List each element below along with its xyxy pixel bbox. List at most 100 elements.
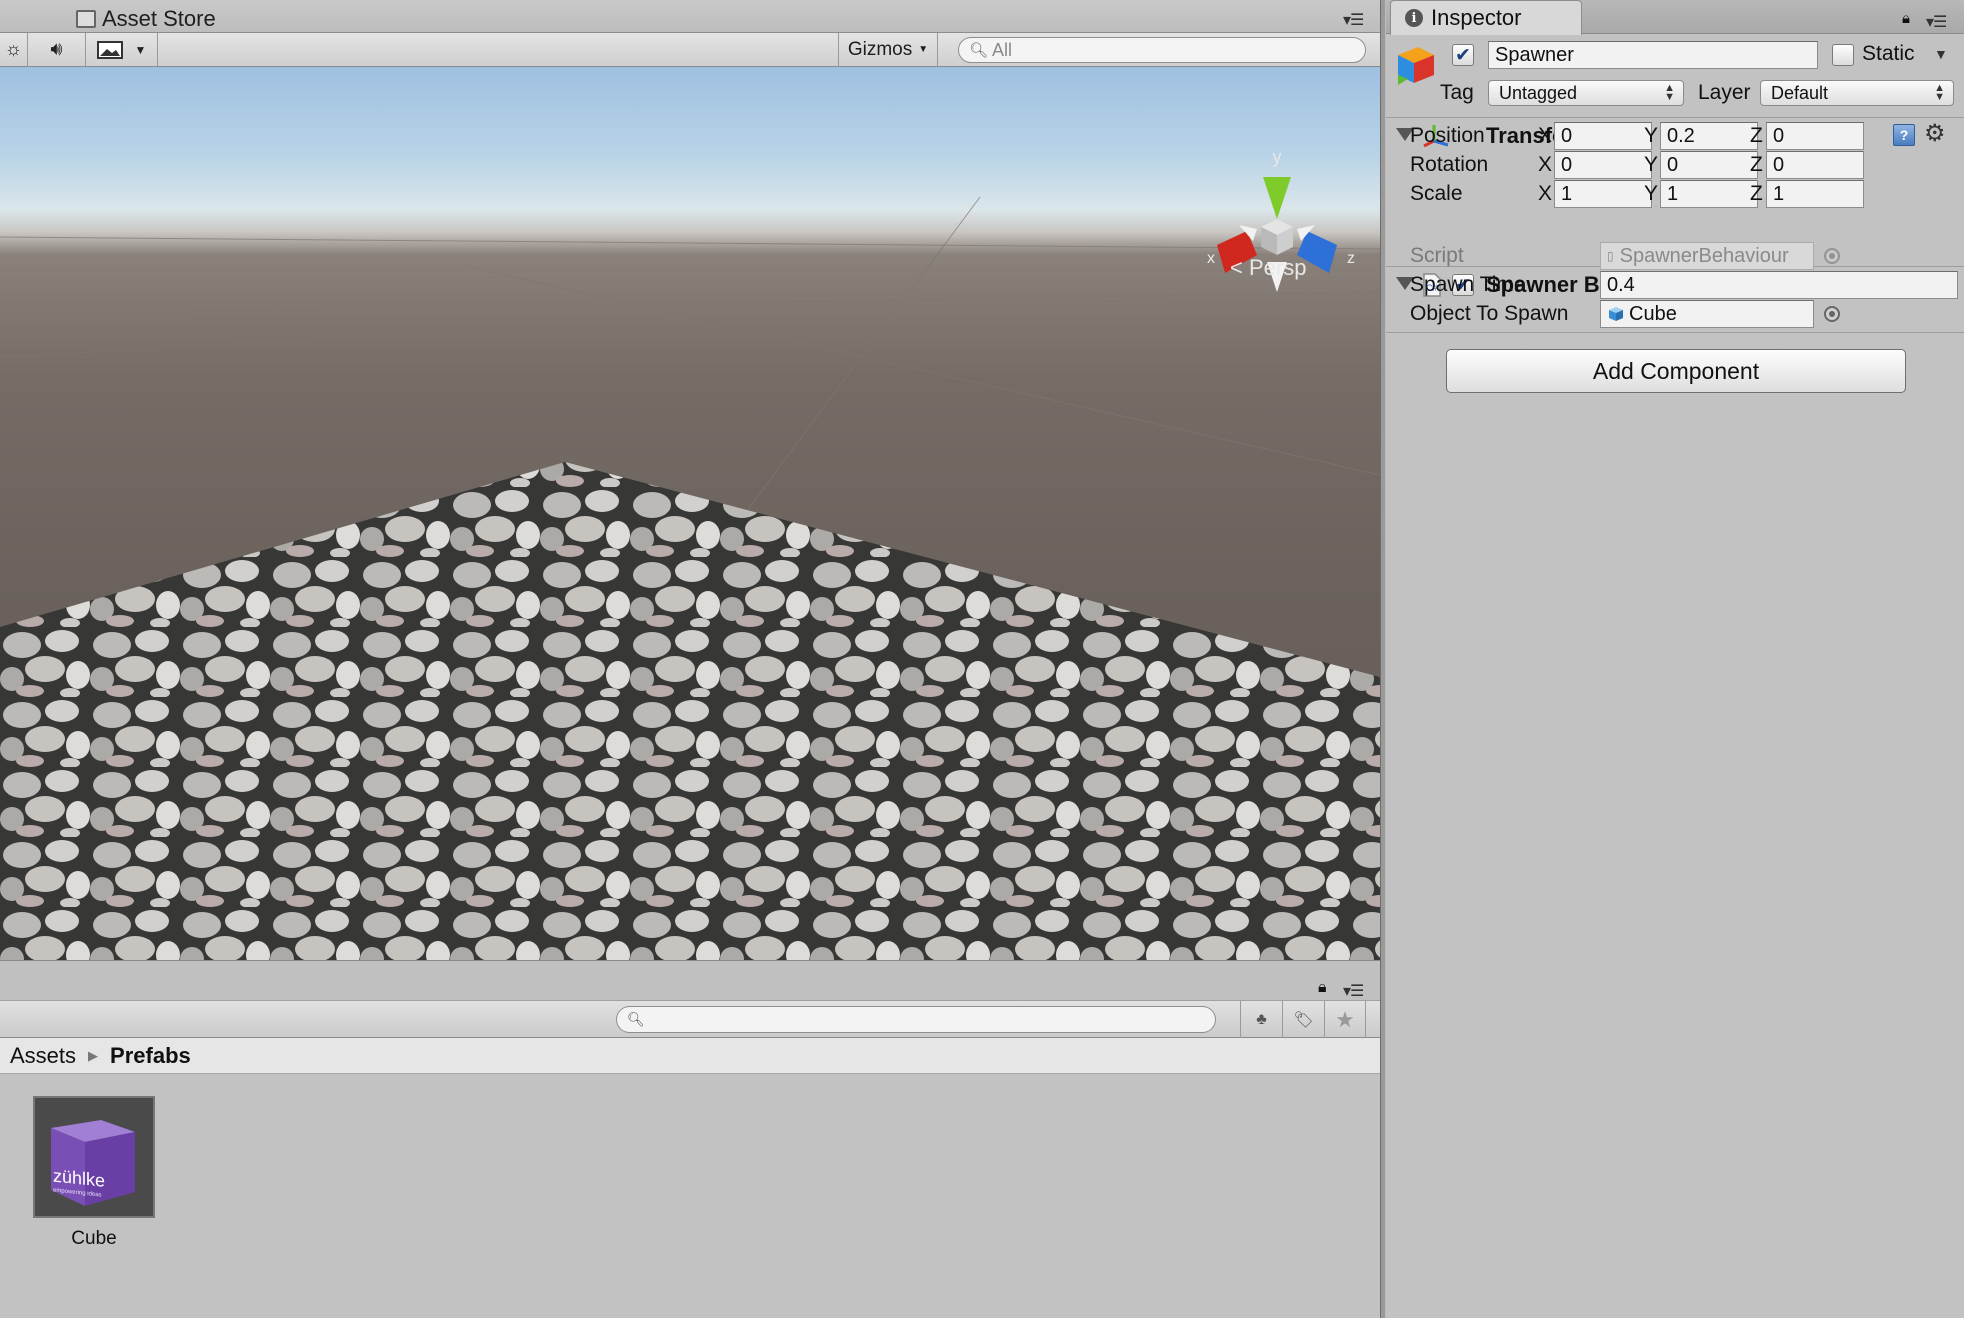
cube-thumbnail: zühlke empowering ideas: [33, 1096, 155, 1218]
rotation-x-field[interactable]: 0: [1554, 151, 1652, 179]
inspector-panel: i Inspector 🔒︎ ▾☰ ✔ Spawner Static ▼ Tag: [1386, 0, 1964, 1318]
scene-viewport[interactable]: y x z < Persp: [0, 67, 1380, 960]
speaker-icon: 🔊︎: [50, 38, 63, 60]
asset-item-cube[interactable]: zühlke empowering ideas Cube: [32, 1096, 156, 1250]
object-name-field[interactable]: Spawner: [1488, 41, 1818, 69]
gear-icon[interactable]: ⚙: [1924, 119, 1946, 148]
add-component-button[interactable]: Add Component: [1446, 349, 1906, 393]
cube-prefab-icon: zühlke empowering ideas: [51, 1120, 135, 1206]
tag-value: Untagged: [1499, 82, 1578, 103]
script-file-icon: ▯: [1607, 249, 1614, 263]
position-x-label: X: [1538, 124, 1553, 147]
shapes-icon: ♣: [1256, 1010, 1267, 1028]
script-picker-icon: [1824, 248, 1840, 264]
component-separator: [1386, 332, 1964, 333]
rotation-y-field[interactable]: 0: [1660, 151, 1758, 179]
position-y-label: Y: [1644, 124, 1659, 147]
tag-label: Tag: [1440, 81, 1474, 104]
inspector-tab[interactable]: i Inspector: [1390, 0, 1582, 35]
position-label: Position: [1410, 124, 1485, 147]
breadcrumb-prefabs[interactable]: Prefabs: [110, 1043, 191, 1069]
inspector-body: ✔ Spawner Static ▼ Tag Untagged ▲ ▼ Layer…: [1386, 35, 1964, 1318]
scale-z-label: Z: [1750, 182, 1763, 205]
persp-label: Persp: [1248, 255, 1307, 280]
scene-search-placeholder: All: [992, 39, 1013, 60]
rotation-z-label: Z: [1750, 153, 1763, 176]
script-value: SpawnerBehaviour: [1619, 244, 1789, 267]
rotation-label: Rotation: [1410, 153, 1489, 176]
effects-dropdown-icon: ▼: [134, 42, 147, 57]
static-label: Static: [1862, 42, 1915, 65]
sun-icon: ☼: [4, 38, 23, 60]
breadcrumb-assets[interactable]: Assets: [10, 1043, 76, 1069]
breadcrumb: Assets ▶ Prefabs: [0, 1038, 1382, 1074]
layer-label: Layer: [1698, 81, 1751, 104]
inspector-tabbar: i Inspector 🔒︎ ▾☰: [1386, 0, 1964, 35]
scene-search-input[interactable]: 🔍︎ All: [958, 37, 1366, 63]
help-book-icon[interactable]: ?: [1893, 124, 1915, 146]
asset-store-icon: [76, 9, 96, 28]
layer-value: Default: [1771, 82, 1829, 103]
active-checkbox[interactable]: ✔: [1452, 44, 1474, 66]
svg-text:x: x: [1207, 250, 1215, 267]
position-z-field[interactable]: 0: [1766, 122, 1864, 150]
object-to-spawn-field[interactable]: Cube: [1600, 300, 1814, 328]
window-menu-icon[interactable]: ▾☰: [1343, 10, 1364, 30]
lock-icon[interactable]: 🔒︎: [1318, 979, 1327, 997]
layer-dropdown[interactable]: Default ▲ ▼: [1760, 80, 1954, 106]
info-icon: i: [1405, 9, 1423, 27]
search-by-type-button[interactable]: ♣: [1240, 1001, 1282, 1038]
gizmos-dropdown[interactable]: Gizmos ▼: [838, 33, 938, 66]
image-icon: [96, 40, 123, 59]
position-z-label: Z: [1750, 124, 1763, 147]
scene-toolbar: ☼ 🔊︎ ▼ Gizmos ▼ 🔍︎ All: [0, 33, 1382, 67]
favorites-button[interactable]: ★: [1324, 1001, 1366, 1038]
persp-chevron-icon: <: [1230, 255, 1243, 280]
svg-text:y: y: [1273, 147, 1282, 167]
rotation-y-label: Y: [1644, 153, 1659, 176]
spawn-time-field[interactable]: 0.4: [1600, 271, 1958, 299]
project-window-menu-icon[interactable]: ▾☰: [1343, 981, 1364, 1001]
project-toolbar: 🔍︎ ♣ 🏷︎ ★: [0, 1000, 1382, 1038]
prefab-cube-icon: [1609, 307, 1623, 321]
scale-z-field[interactable]: 1: [1766, 180, 1864, 208]
projection-toggle[interactable]: < Persp: [1230, 255, 1306, 281]
scale-x-label: X: [1538, 182, 1553, 205]
inspector-lock-icon[interactable]: 🔒︎: [1902, 10, 1910, 27]
position-x-field[interactable]: 0: [1554, 122, 1652, 150]
breadcrumb-separator-icon: ▶: [88, 1047, 99, 1063]
scale-y-field[interactable]: 1: [1660, 180, 1758, 208]
rotation-z-field[interactable]: 0: [1766, 151, 1864, 179]
rotation-x-label: X: [1538, 153, 1553, 176]
position-y-field[interactable]: 0.2: [1660, 122, 1758, 150]
project-search-icon: 🔍︎: [627, 1011, 645, 1027]
search-by-label-button[interactable]: 🏷︎: [1282, 1001, 1324, 1038]
scene-tabbar: Asset Store ▾☰: [0, 0, 1382, 33]
object-picker-icon[interactable]: [1824, 306, 1840, 322]
static-checkbox[interactable]: [1832, 44, 1854, 66]
inspector-tab-label: Inspector: [1431, 5, 1522, 30]
script-field: ▯ SpawnerBehaviour: [1600, 242, 1814, 270]
asset-store-tab[interactable]: Asset Store: [76, 4, 216, 33]
gizmos-chevron-down-icon: ▼: [918, 44, 929, 55]
object-to-spawn-label: Object To Spawn: [1410, 302, 1569, 325]
gameobject-cube-icon: [1398, 47, 1434, 85]
scene-lighting-toggle[interactable]: ☼: [0, 33, 28, 66]
tag-dropdown[interactable]: Untagged ▲ ▼: [1488, 80, 1684, 106]
tag-icon: 🏷︎: [1293, 1011, 1314, 1029]
inspector-menu-icon[interactable]: ▾☰: [1926, 12, 1947, 32]
asset-grid: zühlke empowering ideas Cube: [0, 1074, 1382, 1318]
svg-text:z: z: [1347, 250, 1355, 267]
scene-audio-toggle[interactable]: 🔊︎: [28, 33, 86, 66]
updown-arrows-icon: ▲ ▼: [1934, 82, 1945, 103]
project-search-input[interactable]: 🔍︎: [616, 1006, 1216, 1033]
scene-effects-toggle[interactable]: ▼: [86, 33, 158, 66]
object-to-spawn-value: Cube: [1629, 302, 1677, 325]
project-window-header: 🔒︎ ▾☰: [0, 960, 1380, 1000]
static-dropdown-chevron-icon[interactable]: ▼: [1934, 46, 1948, 62]
gizmos-label: Gizmos: [847, 38, 913, 60]
scale-y-label: Y: [1644, 182, 1659, 205]
scale-x-field[interactable]: 1: [1554, 180, 1652, 208]
scene-render: y x z: [0, 147, 1380, 960]
asset-label: Cube: [71, 1228, 117, 1249]
